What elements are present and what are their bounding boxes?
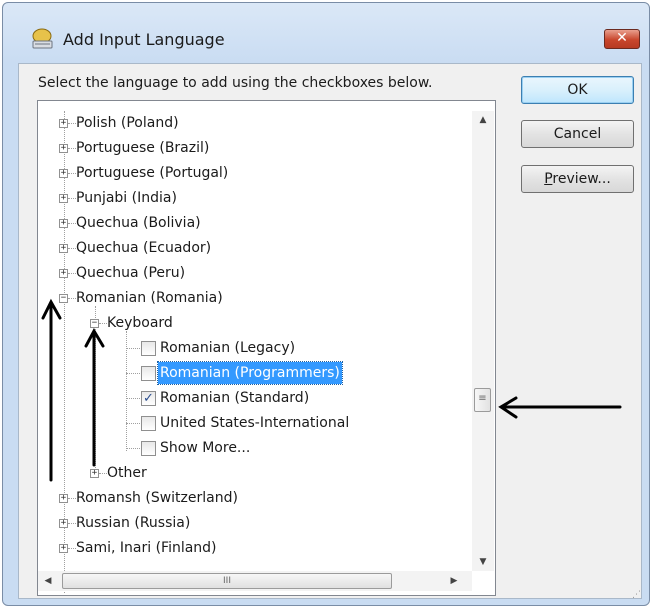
annotation-overlay (41, 298, 622, 482)
